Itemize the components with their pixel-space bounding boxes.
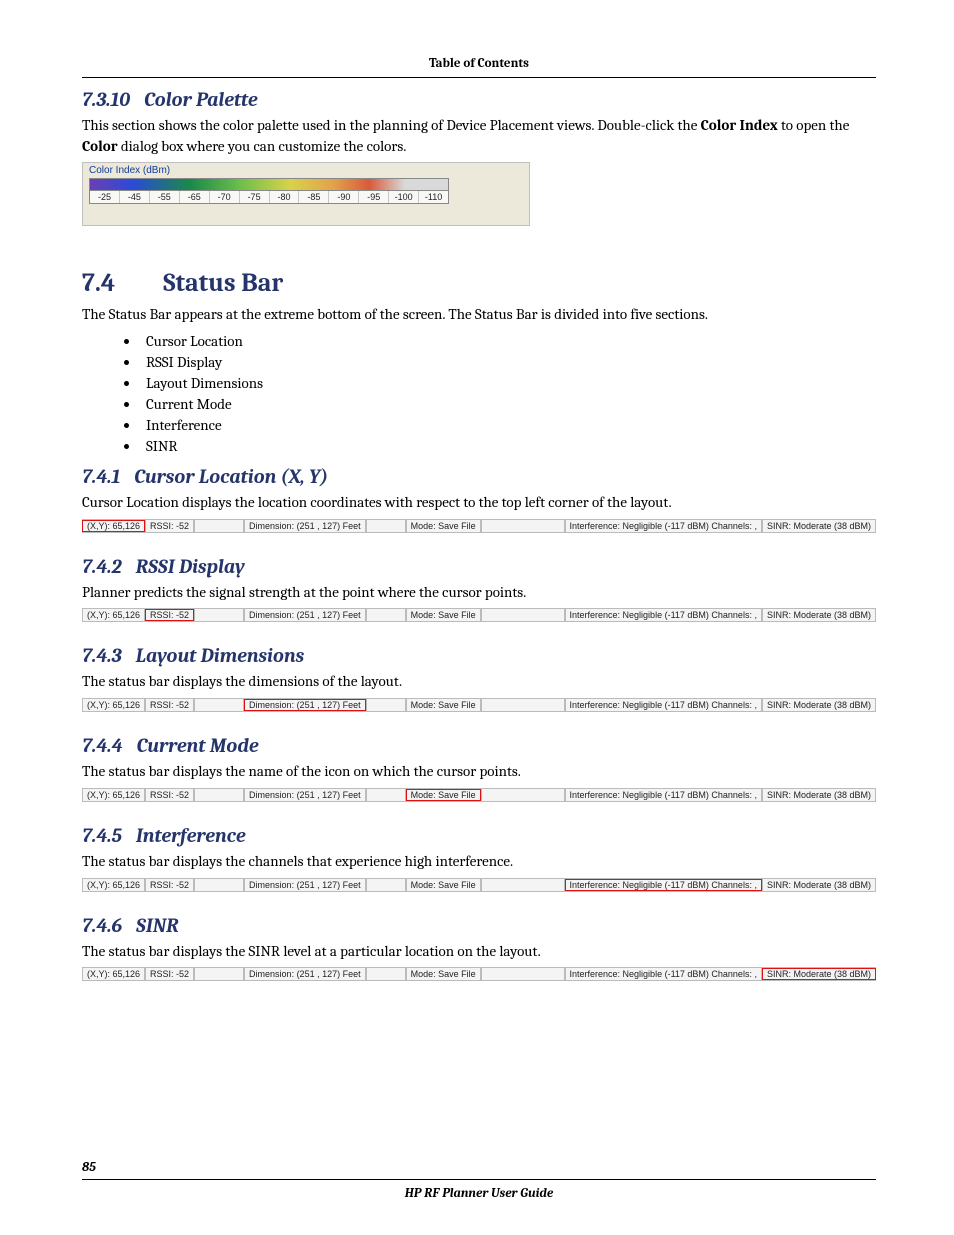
statusbar-figure-rssi: (X,Y): 65,126 RSSI: -52 Dimension: (251 … xyxy=(82,608,876,622)
statusbar-mode: Mode: Save File xyxy=(406,789,481,801)
statusbar-dim: Dimension: (251 , 127) Feet xyxy=(244,968,366,980)
footer-rule xyxy=(82,1179,876,1180)
statusbar-xy: (X,Y): 65,126 xyxy=(82,879,145,891)
list-item: SINR xyxy=(140,436,876,457)
statusbar-dim: Dimension: (251 , 127) Feet xyxy=(244,699,366,711)
heading-number: 7.4 xyxy=(82,268,115,298)
paragraph: The status bar displays the channels tha… xyxy=(82,851,876,872)
list-item: Layout Dimensions xyxy=(140,373,876,394)
heading-number: 7.4.6 xyxy=(82,914,122,937)
paragraph: This section shows the color palette use… xyxy=(82,115,876,156)
statusbar-sinr: SINR: Moderate (38 dBM) xyxy=(762,879,876,891)
palette-caption: Color Index (dBm) xyxy=(89,165,170,176)
heading-7-4-2: 7.4.2 RSSI Display xyxy=(82,555,876,578)
list-item: Current Mode xyxy=(140,394,876,415)
page-number: 85 xyxy=(82,1160,876,1175)
statusbar-xy: (X,Y): 65,126 xyxy=(82,520,145,532)
statusbar-dim: Dimension: (251 , 127) Feet xyxy=(244,520,366,532)
heading-title: RSSI Display xyxy=(136,555,245,578)
statusbar-rssi: RSSI: -52 xyxy=(145,520,194,532)
heading-title: Layout Dimensions xyxy=(136,644,305,667)
statusbar-sinr: SINR: Moderate (38 dBM) xyxy=(762,699,876,711)
statusbar-xy: (X,Y): 65,126 xyxy=(82,609,145,621)
bullet-list: Cursor Location RSSI Display Layout Dime… xyxy=(82,331,876,457)
paragraph: Cursor Location displays the location co… xyxy=(82,492,876,513)
heading-7-4-1: 7.4.1 Cursor Location (X, Y) xyxy=(82,465,876,488)
heading-title: Status Bar xyxy=(163,268,283,298)
statusbar-figure-intf: (X,Y): 65,126 RSSI: -52 Dimension: (251 … xyxy=(82,878,876,892)
palette-gradient xyxy=(89,178,449,191)
statusbar-dim: Dimension: (251 , 127) Feet xyxy=(244,789,366,801)
heading-number: 7.4.4 xyxy=(82,734,123,757)
heading-7-4-4: 7.4.4 Current Mode xyxy=(82,734,876,757)
statusbar-rssi: RSSI: -52 xyxy=(145,789,194,801)
statusbar-xy: (X,Y): 65,126 xyxy=(82,699,145,711)
heading-number: 7.4.3 xyxy=(82,644,122,667)
palette-ticks: -25 -45 -55 -65 -70 -75 -80 -85 -90 -95 … xyxy=(89,191,449,204)
heading-number: 7.4.1 xyxy=(82,465,120,488)
header-rule xyxy=(82,77,876,78)
statusbar-xy: (X,Y): 65,126 xyxy=(82,789,145,801)
statusbar-xy: (X,Y): 65,126 xyxy=(82,968,145,980)
footer-guide: HP RF Planner User Guide xyxy=(82,1186,876,1201)
statusbar-sinr: SINR: Moderate (38 dBM) xyxy=(762,968,876,980)
paragraph: The status bar displays the SINR level a… xyxy=(82,941,876,962)
statusbar-dim: Dimension: (251 , 127) Feet xyxy=(244,879,366,891)
statusbar-sinr: SINR: Moderate (38 dBM) xyxy=(762,609,876,621)
list-item: Cursor Location xyxy=(140,331,876,352)
color-palette-figure: Color Index (dBm) -25 -45 -55 -65 -70 -7… xyxy=(82,162,530,226)
statusbar-intf: Interference: Negligible (-117 dBM) Chan… xyxy=(565,968,762,980)
heading-title: Cursor Location (X, Y) xyxy=(134,465,328,488)
statusbar-mode: Mode: Save File xyxy=(406,609,481,621)
heading-number: 7.4.5 xyxy=(82,824,122,847)
heading-title: SINR xyxy=(136,914,179,937)
statusbar-dim: Dimension: (251 , 127) Feet xyxy=(244,609,366,621)
statusbar-mode: Mode: Save File xyxy=(406,879,481,891)
statusbar-intf: Interference: Negligible (-117 dBM) Chan… xyxy=(565,520,762,532)
statusbar-intf: Interference: Negligible (-117 dBM) Chan… xyxy=(565,879,762,891)
heading-7-4-3: 7.4.3 Layout Dimensions xyxy=(82,644,876,667)
heading-number: 7.4.2 xyxy=(82,555,122,578)
footer: 85 HP RF Planner User Guide xyxy=(82,1160,876,1201)
statusbar-sinr: SINR: Moderate (38 dBM) xyxy=(762,520,876,532)
heading-7-4: 7.4 Status Bar xyxy=(82,268,876,298)
heading-title: Current Mode xyxy=(137,734,259,757)
statusbar-rssi: RSSI: -52 xyxy=(145,609,194,621)
statusbar-intf: Interference: Negligible (-117 dBM) Chan… xyxy=(565,789,762,801)
heading-number: 7.3.10 xyxy=(82,88,130,111)
list-item: RSSI Display xyxy=(140,352,876,373)
statusbar-mode: Mode: Save File xyxy=(406,520,481,532)
statusbar-figure-mode: (X,Y): 65,126 RSSI: -52 Dimension: (251 … xyxy=(82,788,876,802)
heading-title: Interference xyxy=(136,824,246,847)
heading-7-4-5: 7.4.5 Interference xyxy=(82,824,876,847)
statusbar-intf: Interference: Negligible (-117 dBM) Chan… xyxy=(565,609,762,621)
statusbar-intf: Interference: Negligible (-117 dBM) Chan… xyxy=(565,699,762,711)
statusbar-mode: Mode: Save File xyxy=(406,699,481,711)
paragraph: The status bar displays the dimensions o… xyxy=(82,671,876,692)
statusbar-sinr: SINR: Moderate (38 dBM) xyxy=(762,789,876,801)
statusbar-figure-sinr: (X,Y): 65,126 RSSI: -52 Dimension: (251 … xyxy=(82,967,876,981)
statusbar-mode: Mode: Save File xyxy=(406,968,481,980)
statusbar-rssi: RSSI: -52 xyxy=(145,879,194,891)
paragraph: Planner predicts the signal strength at … xyxy=(82,582,876,603)
list-item: Interference xyxy=(140,415,876,436)
heading-7-4-6: 7.4.6 SINR xyxy=(82,914,876,937)
heading-title: Color Palette xyxy=(144,88,258,111)
paragraph: The status bar displays the name of the … xyxy=(82,761,876,782)
statusbar-figure-dim: (X,Y): 65,126 RSSI: -52 Dimension: (251 … xyxy=(82,698,876,712)
toc-header: Table of Contents xyxy=(82,56,876,71)
statusbar-rssi: RSSI: -52 xyxy=(145,968,194,980)
statusbar-figure-xy: (X,Y): 65,126 RSSI: -52 Dimension: (251 … xyxy=(82,519,876,533)
heading-7-3-10: 7.3.10 Color Palette xyxy=(82,88,876,111)
statusbar-rssi: RSSI: -52 xyxy=(145,699,194,711)
paragraph: The Status Bar appears at the extreme bo… xyxy=(82,304,876,325)
